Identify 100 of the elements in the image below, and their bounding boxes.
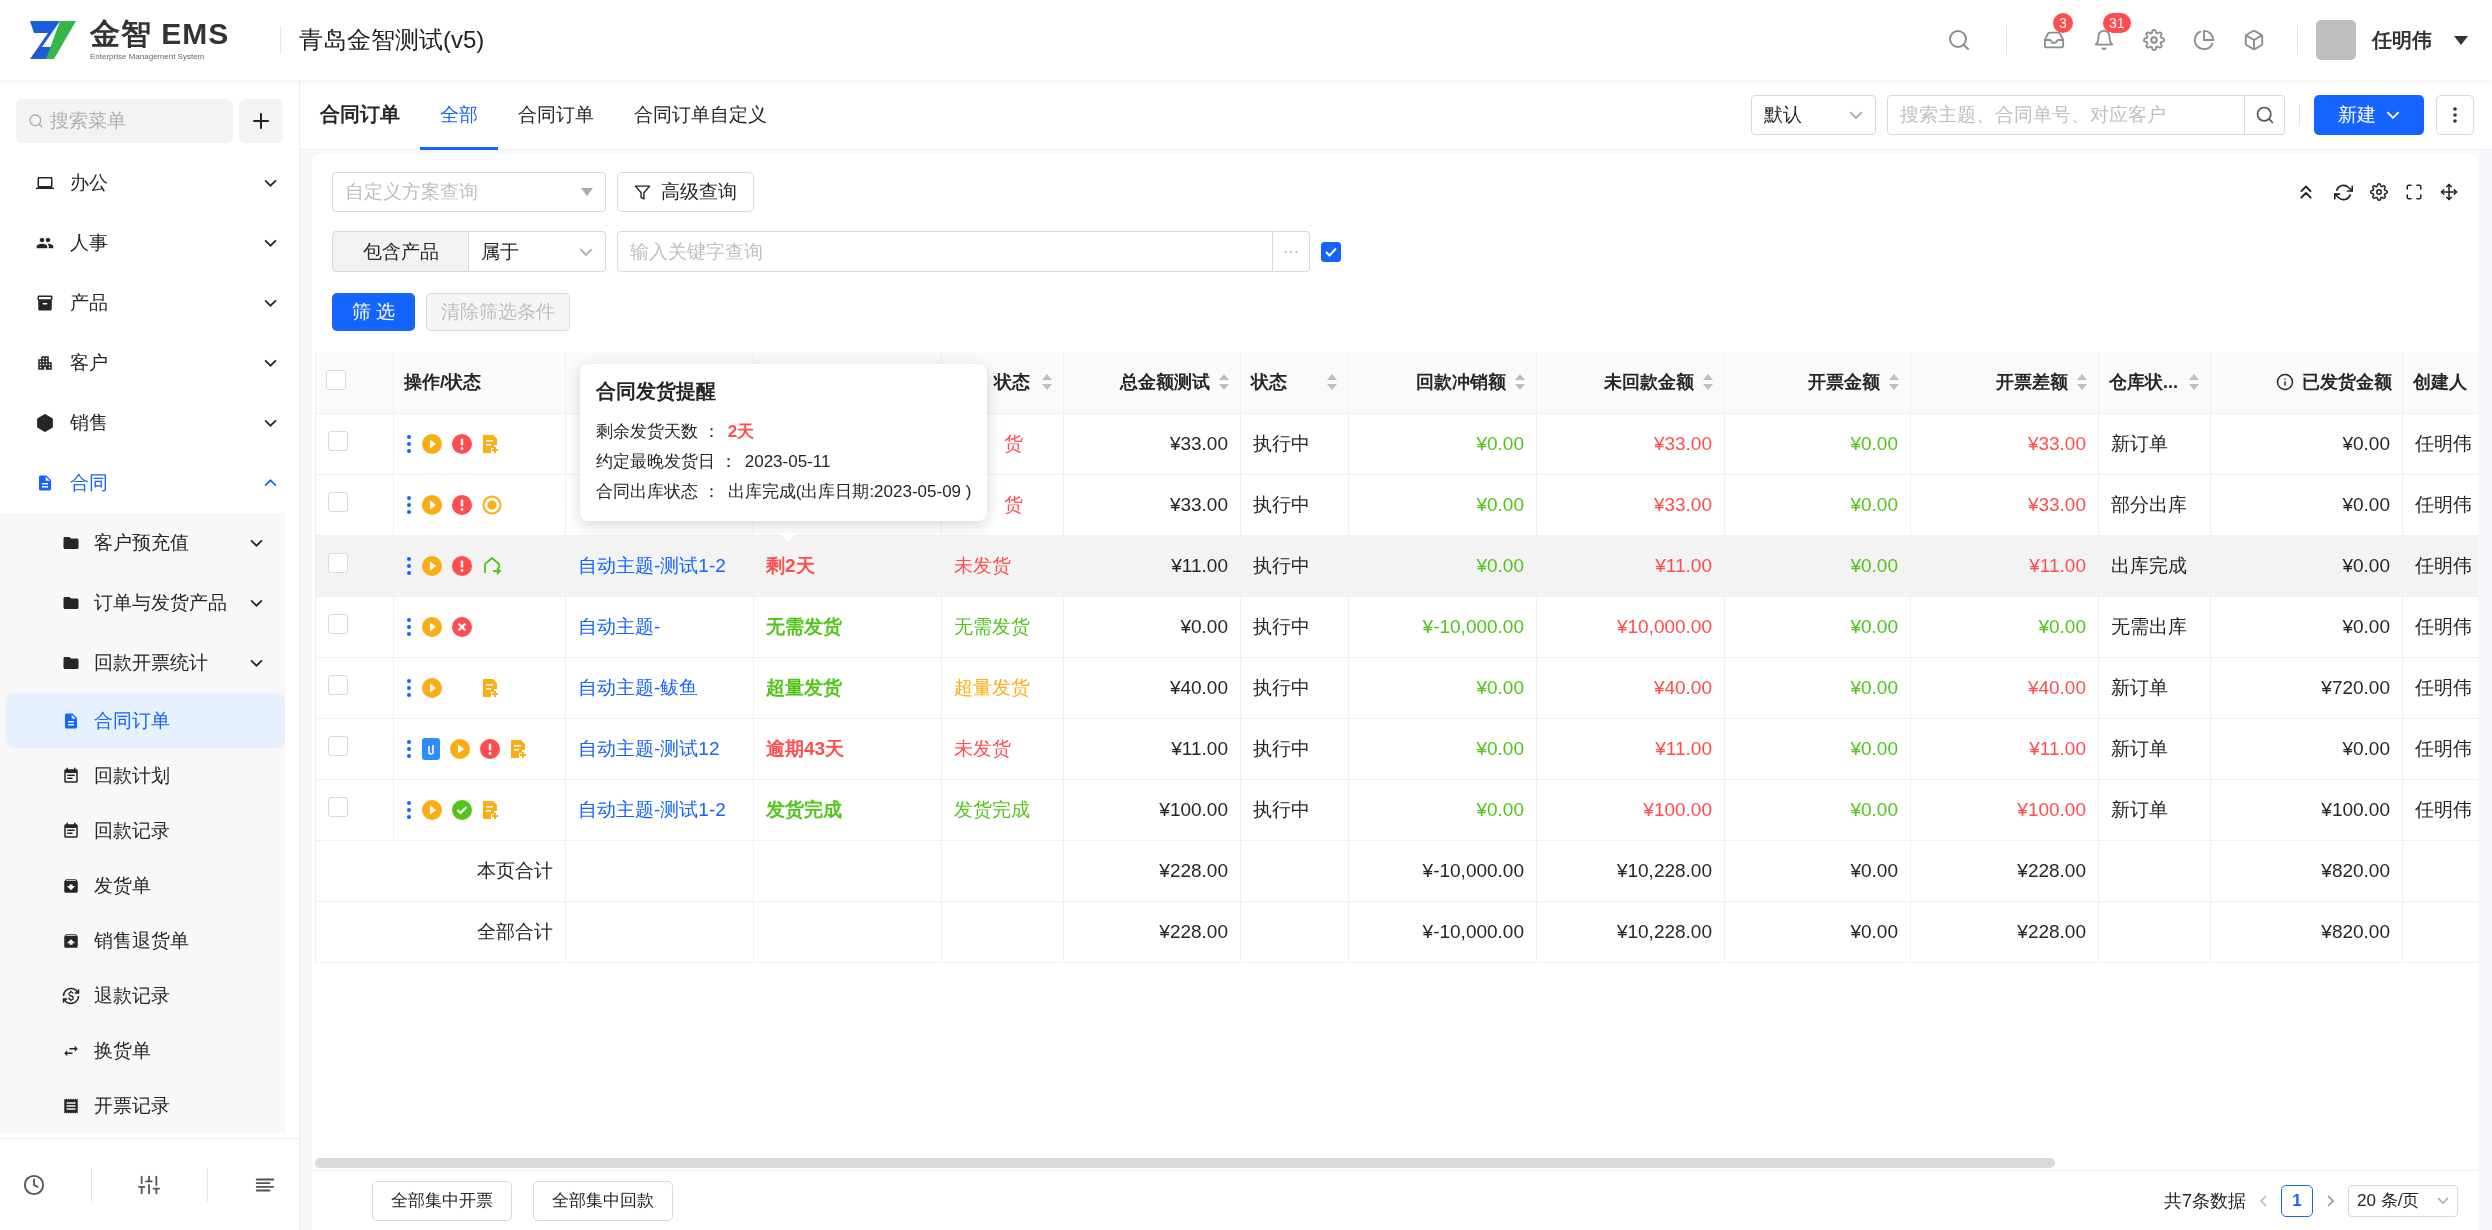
more-icon[interactable] — [406, 738, 412, 759]
inbox-icon[interactable] — [2043, 29, 2065, 51]
operator-select[interactable]: 属于 — [469, 231, 606, 272]
more-icon[interactable] — [406, 494, 412, 515]
advanced-search-button[interactable]: 高级查询 — [617, 172, 754, 212]
sort-icon[interactable] — [1702, 373, 1714, 392]
more-icon[interactable] — [406, 616, 412, 637]
share-icon[interactable] — [482, 555, 502, 576]
tooltip-title: 合同发货提醒 — [596, 379, 717, 404]
column-header: 未回款金额 — [1536, 352, 1725, 413]
history-icon[interactable] — [23, 1173, 46, 1196]
folder-icon — [62, 654, 80, 672]
column-header: 状态 — [1240, 352, 1349, 413]
bulk-action-button[interactable]: 全部集中开票 — [372, 1180, 512, 1221]
filter-button[interactable]: 筛 选 — [332, 293, 416, 331]
tab[interactable]: 合同订单自定义 — [614, 79, 787, 150]
delivery-status-cell: 未发货 — [954, 554, 1011, 576]
more-icon[interactable] — [406, 677, 412, 698]
menu-item[interactable]: 办公 — [0, 153, 299, 213]
submenu-item[interactable]: 开票记录 — [0, 1078, 285, 1133]
fullscreen-icon[interactable] — [2405, 183, 2423, 201]
sort-icon[interactable] — [1514, 373, 1526, 392]
chevron-down-icon — [264, 179, 277, 187]
amount-cell: ¥0.00 — [1476, 798, 1524, 820]
menu-item[interactable]: 人事 — [0, 213, 299, 273]
submenu-item[interactable]: 回款计划 — [0, 748, 285, 803]
sort-icon[interactable] — [2188, 373, 2200, 392]
next-page-icon[interactable] — [2327, 1194, 2334, 1207]
settings-icon[interactable] — [2370, 183, 2388, 201]
attachment-icon[interactable] — [422, 737, 440, 760]
menu-item[interactable]: 销售 — [0, 393, 299, 453]
view-select[interactable]: 默认 — [1751, 94, 1876, 135]
sort-icon[interactable] — [1218, 373, 1230, 392]
keyword-field[interactable]: 输入关键字查询 — [617, 231, 1273, 272]
submenu-item[interactable]: 换货单 — [0, 1023, 285, 1078]
menu-item[interactable]: 客户 — [0, 333, 299, 393]
document-icon[interactable] — [482, 677, 500, 698]
play-icon[interactable] — [422, 433, 442, 454]
search-button[interactable] — [2245, 94, 2285, 135]
warehouse-status-cell: 新订单 — [2111, 737, 2168, 759]
delivery-reminder-cell: 剩2天 — [766, 554, 815, 576]
subject-link[interactable]: 自动主题- — [578, 615, 661, 637]
new-button[interactable]: 新建 — [2314, 94, 2424, 135]
bulk-action-button[interactable]: 全部集中回款 — [533, 1180, 673, 1221]
scrollbar[interactable] — [315, 1158, 2055, 1168]
submenu-item[interactable]: 回款开票统计 — [0, 633, 285, 693]
coin-icon[interactable] — [482, 494, 502, 515]
submenu-item[interactable]: 合同订单 — [6, 693, 285, 748]
page-button[interactable]: 1 — [2281, 1184, 2313, 1217]
submenu-item[interactable]: 订单与发货产品 — [0, 573, 285, 633]
sort-icon[interactable] — [1326, 373, 1338, 392]
menu-item[interactable]: 产品 — [0, 273, 299, 333]
sort-icon[interactable] — [1888, 373, 1900, 392]
check-icon[interactable] — [452, 799, 472, 820]
alert-icon[interactable] — [452, 494, 472, 515]
document-icon[interactable] — [482, 799, 500, 820]
sort-icon[interactable] — [2076, 373, 2088, 392]
checkbox[interactable] — [1321, 241, 1341, 262]
more-button[interactable] — [2436, 94, 2474, 135]
more-icon[interactable] — [406, 799, 412, 820]
caret-icon[interactable] — [2454, 35, 2468, 45]
sort-icon[interactable] — [1041, 373, 1053, 392]
tab[interactable]: 全部 — [420, 79, 498, 150]
submenu-item[interactable]: 发货单 — [0, 858, 285, 913]
play-icon[interactable] — [450, 738, 470, 759]
submenu-item[interactable]: 回款记录 — [0, 803, 285, 858]
menu-item[interactable]: 合同 — [0, 453, 299, 513]
document-icon[interactable] — [510, 738, 528, 759]
submenu-item[interactable]: 客户预充值 — [0, 513, 285, 573]
pie-chart-icon[interactable] — [2193, 29, 2215, 51]
bell-icon[interactable] — [2093, 29, 2115, 51]
creator-cell: 任明伟 — [2415, 615, 2472, 637]
alert-icon[interactable] — [452, 433, 472, 454]
menu-search-field[interactable]: 搜索菜单 — [16, 99, 233, 143]
more-icon[interactable] — [406, 433, 412, 454]
add-button[interactable] — [239, 99, 283, 143]
tab[interactable]: 合同订单 — [498, 79, 614, 150]
search-field[interactable]: 搜索主题、合同单号、对应客户 — [1887, 94, 2245, 135]
more-icon[interactable] — [406, 555, 412, 576]
submenu-item[interactable]: 退款记录 — [0, 968, 285, 1023]
play-icon[interactable] — [422, 555, 442, 576]
alert-icon[interactable] — [480, 738, 500, 759]
page-size-select[interactable]: 20 条/页 — [2348, 1184, 2458, 1217]
user-name[interactable]: 任明伟 — [2372, 26, 2432, 54]
play-icon[interactable] — [422, 494, 442, 515]
amount-cell: ¥40.00 — [1653, 676, 1712, 698]
resize-icon[interactable] — [2440, 183, 2458, 201]
play-icon[interactable] — [422, 677, 442, 698]
play-icon[interactable] — [422, 799, 442, 820]
refresh-icon[interactable] — [2334, 182, 2353, 202]
document-icon[interactable] — [482, 433, 500, 454]
cancel-icon[interactable] — [452, 616, 472, 637]
cube-icon[interactable] — [2243, 29, 2265, 51]
alert-icon[interactable] — [452, 555, 472, 576]
play-icon[interactable] — [422, 616, 442, 637]
submenu-item[interactable]: 销售退货单 — [0, 913, 285, 968]
sliders-icon[interactable] — [138, 1173, 161, 1196]
search-icon[interactable] — [1947, 28, 1971, 52]
archive-box-icon — [36, 294, 54, 312]
previous-page-icon[interactable] — [2260, 1194, 2267, 1207]
